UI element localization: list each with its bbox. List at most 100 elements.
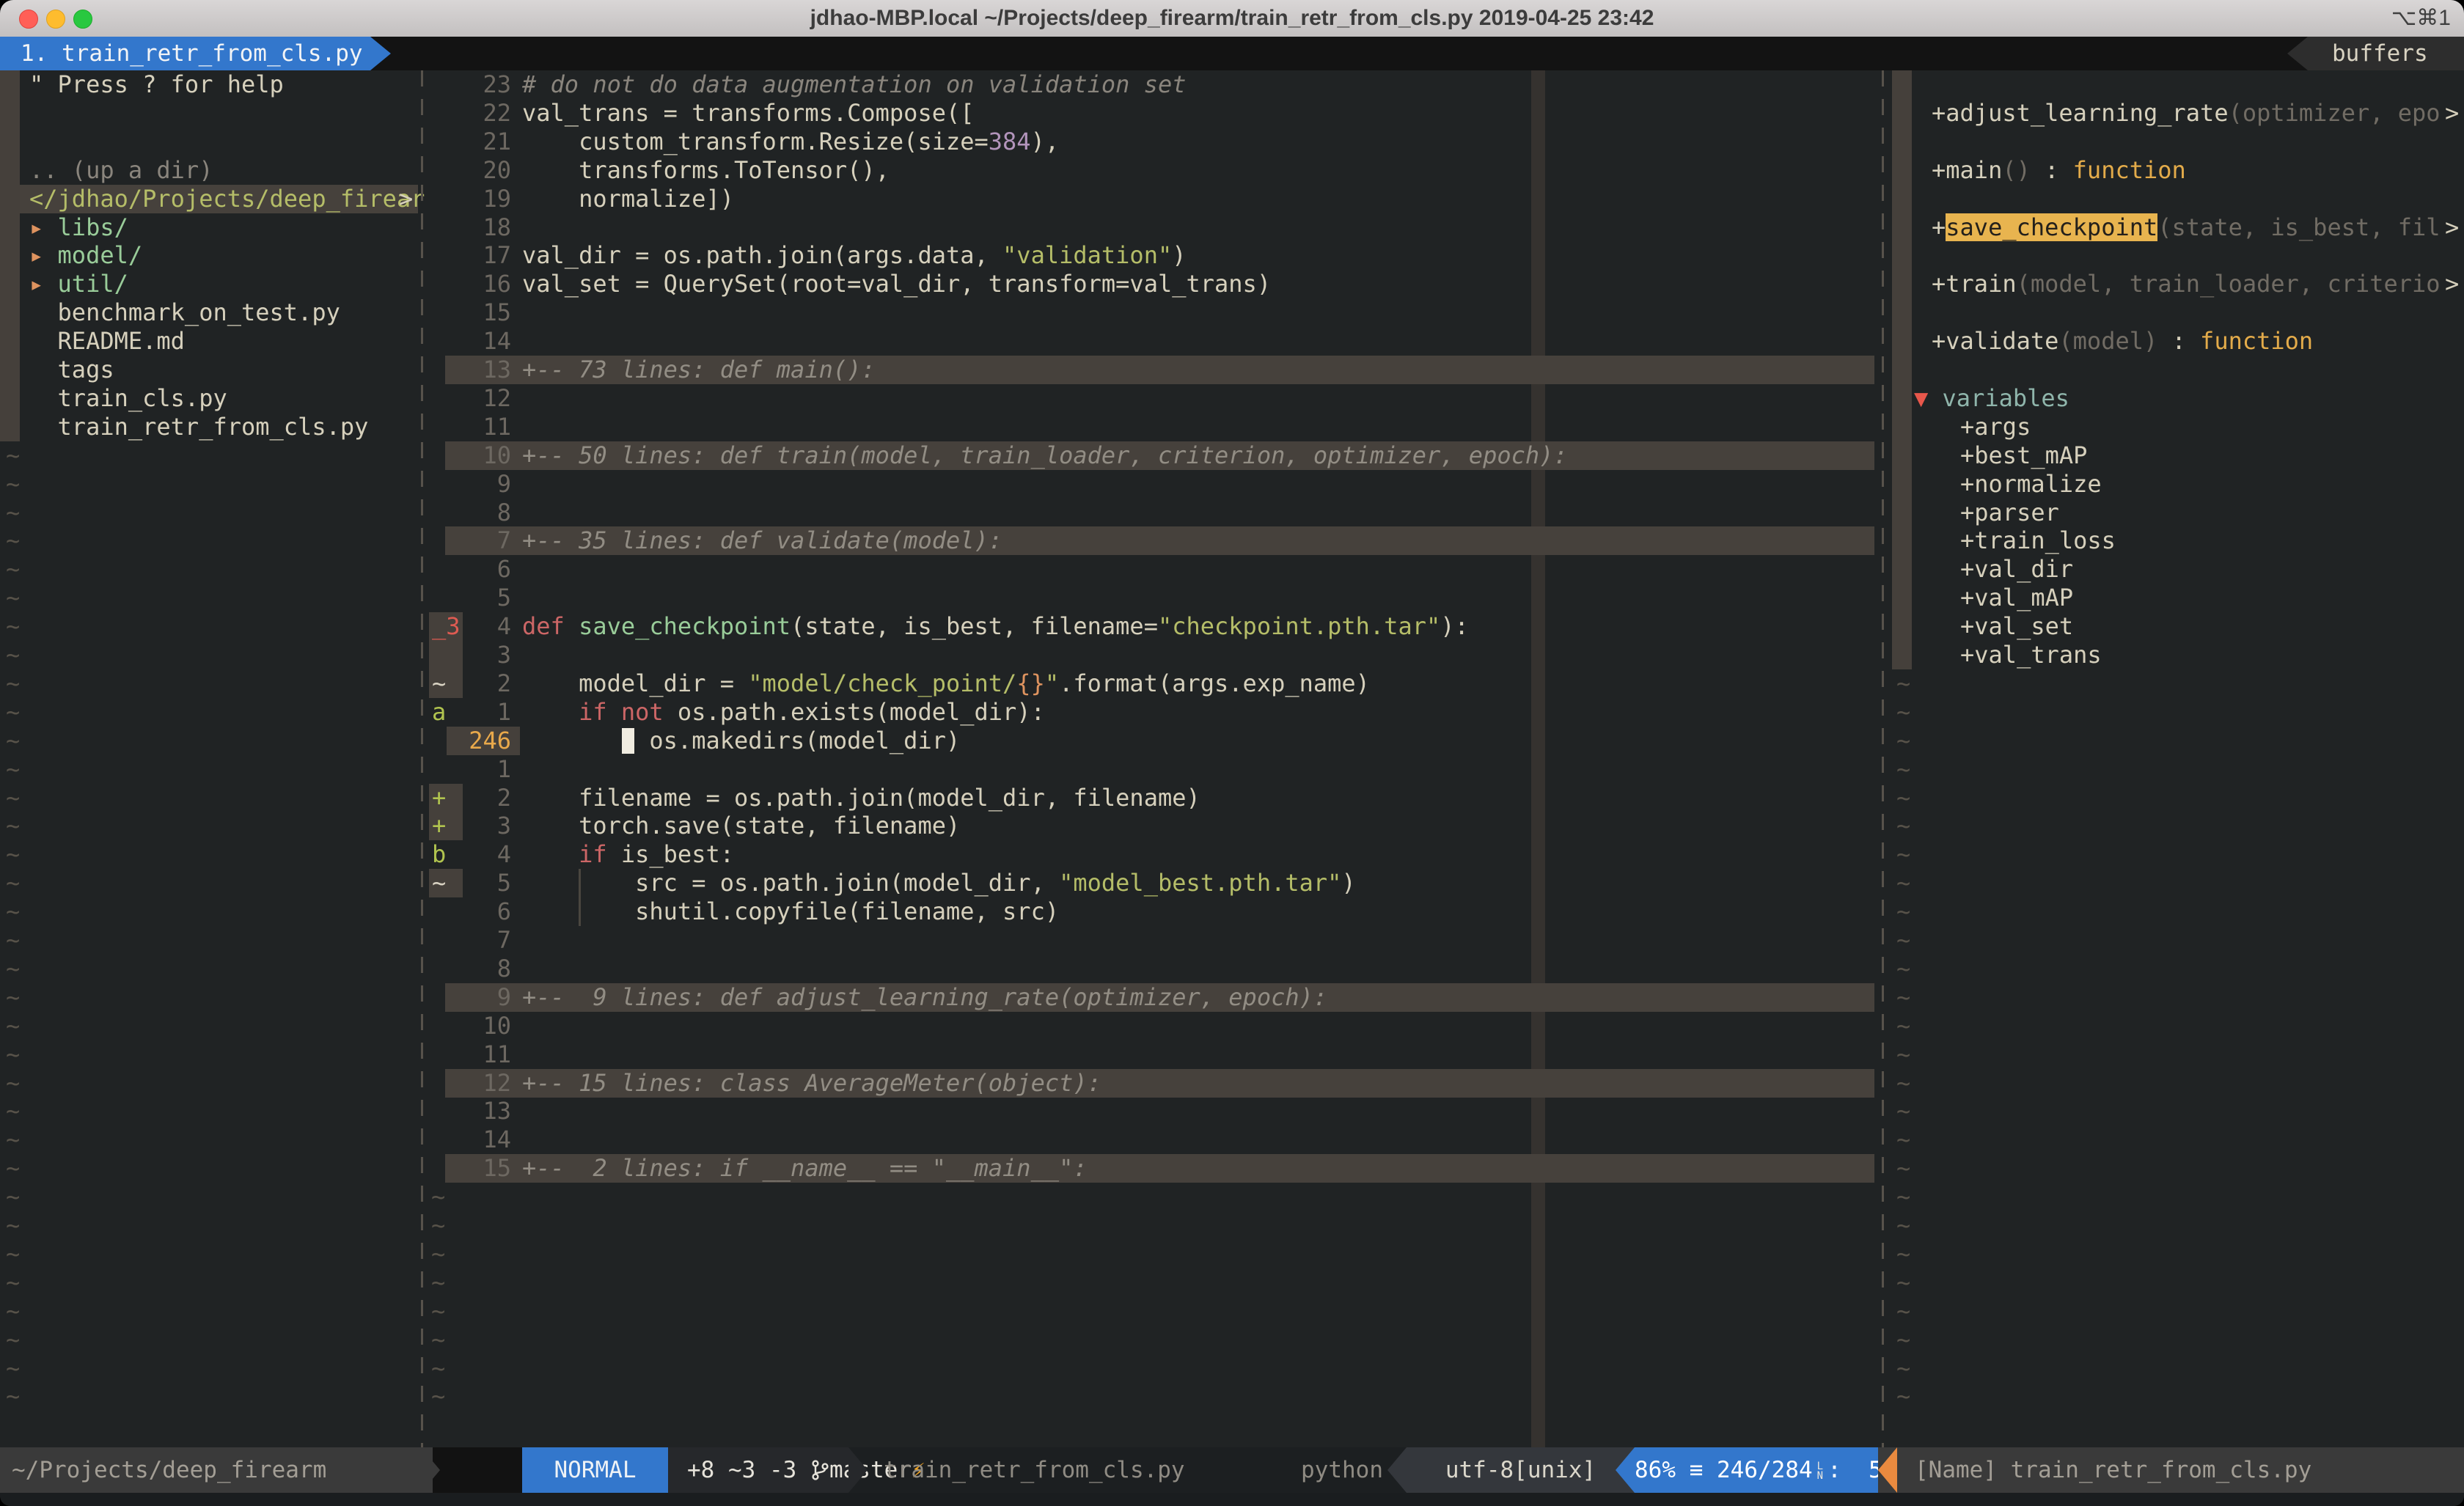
text-segment: ) xyxy=(1172,241,1186,269)
tagbar-item[interactable]: +val_set xyxy=(0,612,2464,641)
text-segment: ~ xyxy=(1896,1211,1910,1240)
tagbar-empty-line: ~ xyxy=(0,926,2464,955)
tagbar-item[interactable]: +parser xyxy=(0,499,2464,527)
colon: : xyxy=(1827,1457,1855,1483)
tab-arrow-separator-icon xyxy=(370,37,391,70)
tagbar-item[interactable]: +val_trans xyxy=(0,641,2464,669)
text-segment: (state, is_best, fil xyxy=(2157,213,2440,241)
statusline-position: 86% ≡ 246/284LN: 5 xyxy=(1635,1447,1878,1493)
window-separator[interactable] xyxy=(421,70,423,1447)
text-segment: +-- 73 lines: def main(): xyxy=(522,356,876,384)
text-segment: ~ xyxy=(1896,1040,1910,1069)
tagbar-item[interactable]: +main() : function xyxy=(0,156,2464,185)
text-segment: ~ xyxy=(1896,1297,1910,1326)
text-segment: (model, train_loader, criterio xyxy=(2017,270,2441,298)
code-line[interactable]: 17val_dir = os.path.join(args.data, "val… xyxy=(0,241,2464,270)
text-segment: > xyxy=(2445,213,2459,242)
text-segment: "validation" xyxy=(1002,241,1172,269)
text-segment: +normalize xyxy=(1960,470,2102,498)
tagbar-item[interactable]: ▼ variables xyxy=(0,384,2464,413)
tab-label[interactable]: 1. train_retr_from_cls.py xyxy=(21,37,363,70)
statusline-tagbar: [Name] train_retr_from_cls.py xyxy=(1899,1447,2464,1493)
statusline-git: +8 ~3 -3 master⚡ xyxy=(687,1447,848,1493)
tagbar-empty-line: ~ xyxy=(0,1040,2464,1069)
statusline: ~/Projects/deep_firearmNORMAL+8 ~3 -3 ma… xyxy=(0,1447,2464,1493)
tagbar-empty-line: ~ xyxy=(0,698,2464,727)
text-segment: () xyxy=(2002,156,2031,184)
tagbar-item[interactable]: +train_loss xyxy=(0,526,2464,555)
statusline-encoding: utf-8[unix] xyxy=(1407,1447,1635,1493)
text-segment: +validate xyxy=(1932,327,2058,355)
tagbar-empty-line: ~ xyxy=(0,1183,2464,1211)
line-number: 13 xyxy=(429,356,511,384)
tagbar-item[interactable]: +train(model, train_loader, criterio> xyxy=(0,270,2464,298)
text-segment: # do not do data augmentation on validat… xyxy=(522,70,1186,98)
tagbar-empty-line: ~ xyxy=(0,1154,2464,1183)
code-line[interactable]: 23 # do not do data augmentation on valid… xyxy=(0,70,2464,99)
window-separator[interactable] xyxy=(1882,70,1884,1447)
line-number: 19 xyxy=(429,185,511,213)
tagbar-empty-line: ~ xyxy=(0,755,2464,784)
code-line[interactable]: 15 xyxy=(0,298,2464,327)
tagbar-item[interactable]: +adjust_learning_rate(optimizer, epo> xyxy=(0,99,2464,128)
tagbar-item[interactable]: +val_mAP xyxy=(0,584,2464,612)
tagbar-item[interactable]: +val_dir xyxy=(0,555,2464,584)
tagbar-empty-line: ~ xyxy=(0,955,2464,983)
text-segment: function xyxy=(2073,156,2186,184)
tagbar-item[interactable]: +validate(model) : function xyxy=(0,327,2464,356)
code-line[interactable]: 19 normalize]) xyxy=(0,185,2464,213)
buffers-notch-icon xyxy=(2287,37,2308,70)
line-number-icon: LN xyxy=(1817,1462,1823,1481)
text-segment: +parser xyxy=(1960,499,2059,526)
tagbar-empty-line: ~ xyxy=(0,1326,2464,1354)
tagbar-empty-line: ~ xyxy=(0,1012,2464,1040)
tagbar-empty-line: ~ xyxy=(0,897,2464,926)
line-number: 23 xyxy=(429,70,511,99)
text-segment: ~ xyxy=(1896,1240,1910,1268)
tagbar-item[interactable]: +best_mAP xyxy=(0,441,2464,470)
tagbar-item[interactable]: +save_checkpoint(state, is_best, fil> xyxy=(0,213,2464,242)
tagbar-empty-line: ~ xyxy=(0,1297,2464,1326)
tagbar-empty-line: ~ xyxy=(0,812,2464,840)
tagbar-empty-line: ~ xyxy=(0,784,2464,812)
text-segment: + xyxy=(1932,213,1946,241)
buffers-label[interactable]: buffers xyxy=(2332,37,2428,70)
text-segment: (optimizer, epo xyxy=(2229,99,2441,127)
text-segment: ~ xyxy=(1896,926,1910,955)
tagbar-empty-line: ~ xyxy=(0,669,2464,698)
text-segment: ~ xyxy=(1896,1097,1910,1125)
text-segment: ~ xyxy=(1896,1125,1910,1154)
text-segment: +args xyxy=(1960,413,2031,441)
text-segment: custom_transform.Resize(size= xyxy=(522,128,989,155)
window-hotkey-badge: ⌥⌘1 xyxy=(2391,0,2451,37)
text-segment: +best_mAP xyxy=(1960,441,2087,469)
tagbar-empty-line: ~ xyxy=(0,1211,2464,1240)
tagbar-empty-line: ~ xyxy=(0,1240,2464,1268)
text-segment: variables xyxy=(1928,384,2069,412)
statusline-gitbg xyxy=(668,1447,687,1493)
terminal-grid: " Press ? for help.. (up a dir)</jdhao/P… xyxy=(0,70,2464,1447)
tagbar-item[interactable]: +args xyxy=(0,413,2464,441)
text-segment: +main xyxy=(1932,156,2002,184)
text-segment: val_dir = os.path.join(args.data, xyxy=(522,241,1002,269)
text-segment: save_checkpoint xyxy=(1946,213,2157,241)
line-number: 15 xyxy=(429,298,511,327)
lines-icon: ≡ xyxy=(1690,1457,1704,1483)
tagbar-empty-line: ~ xyxy=(0,840,2464,869)
command-line[interactable] xyxy=(0,1493,2464,1506)
text-segment: +train_loss xyxy=(1960,526,2116,554)
text-segment: +val_mAP xyxy=(1960,584,2073,611)
git-branch-icon xyxy=(810,1458,829,1482)
text-segment: ~ xyxy=(1896,1154,1910,1183)
tagbar-empty-line: ~ xyxy=(0,1069,2464,1098)
text-segment: (model) xyxy=(2058,327,2157,355)
code-line[interactable]: 13 +-- 73 lines: def main(): xyxy=(0,356,2464,384)
statusline-cwd: ~/Projects/deep_firearm xyxy=(0,1447,433,1493)
orange-arrow-icon xyxy=(1878,1447,1897,1493)
powerline-arrow-icon xyxy=(1616,1447,1635,1493)
text-segment: : xyxy=(2031,156,2073,184)
titlebar: jdhao-MBP.local ~/Projects/deep_firearm/… xyxy=(0,0,2464,37)
text-segment: : xyxy=(2157,327,2200,355)
code-line[interactable]: 21 custom_transform.Resize(size=384), xyxy=(0,128,2464,156)
tagbar-item[interactable]: +normalize xyxy=(0,470,2464,499)
